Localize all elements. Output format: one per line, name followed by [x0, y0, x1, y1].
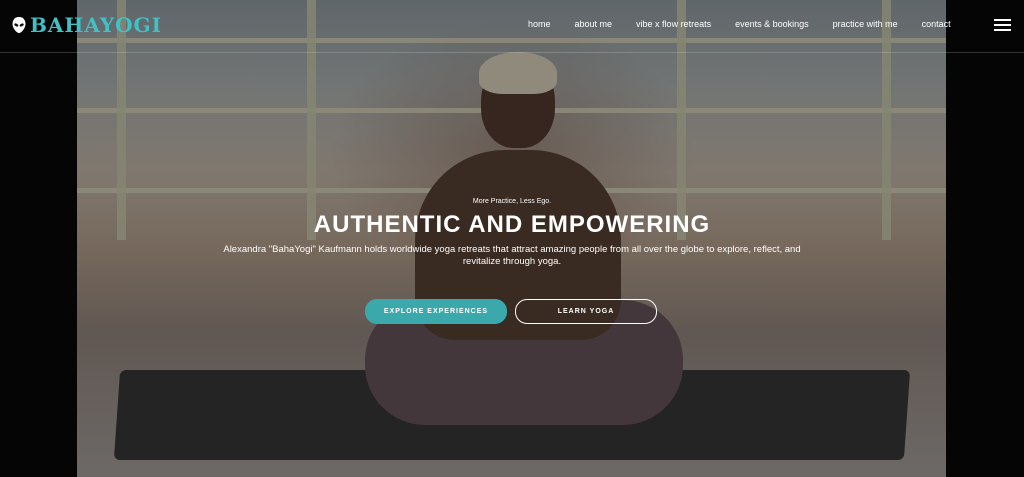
alien-head-icon: [12, 17, 26, 33]
nav-home[interactable]: home: [528, 19, 551, 29]
nav-practice-with-me[interactable]: practice with me: [833, 19, 898, 29]
top-navigation-bar: BAHAYOGI home about me vibe x flow retre…: [0, 0, 1024, 53]
nav-vibe-x-flow-retreats[interactable]: vibe x flow retreats: [636, 19, 711, 29]
learn-yoga-button[interactable]: LEARN YOGA: [515, 299, 657, 324]
nav-events-bookings[interactable]: events & bookings: [735, 19, 809, 29]
brand-name: BAHAYOGI: [30, 13, 162, 37]
main-nav: home about me vibe x flow retreats event…: [528, 19, 975, 29]
hero-headline: AUTHENTIC AND EMPOWERING: [313, 211, 711, 238]
hero-tagline: More Practice, Less Ego.: [472, 198, 552, 205]
nav-contact[interactable]: contact: [922, 19, 951, 29]
hamburger-menu-icon[interactable]: [994, 19, 1011, 31]
nav-about-me[interactable]: about me: [575, 19, 613, 29]
brand-logo[interactable]: BAHAYOGI: [12, 13, 162, 37]
hero-description: Alexandra "BahaYogi" Kaufmann holds worl…: [223, 244, 801, 267]
explore-experiences-button[interactable]: EXPLORE EXPERIENCES: [365, 299, 507, 324]
